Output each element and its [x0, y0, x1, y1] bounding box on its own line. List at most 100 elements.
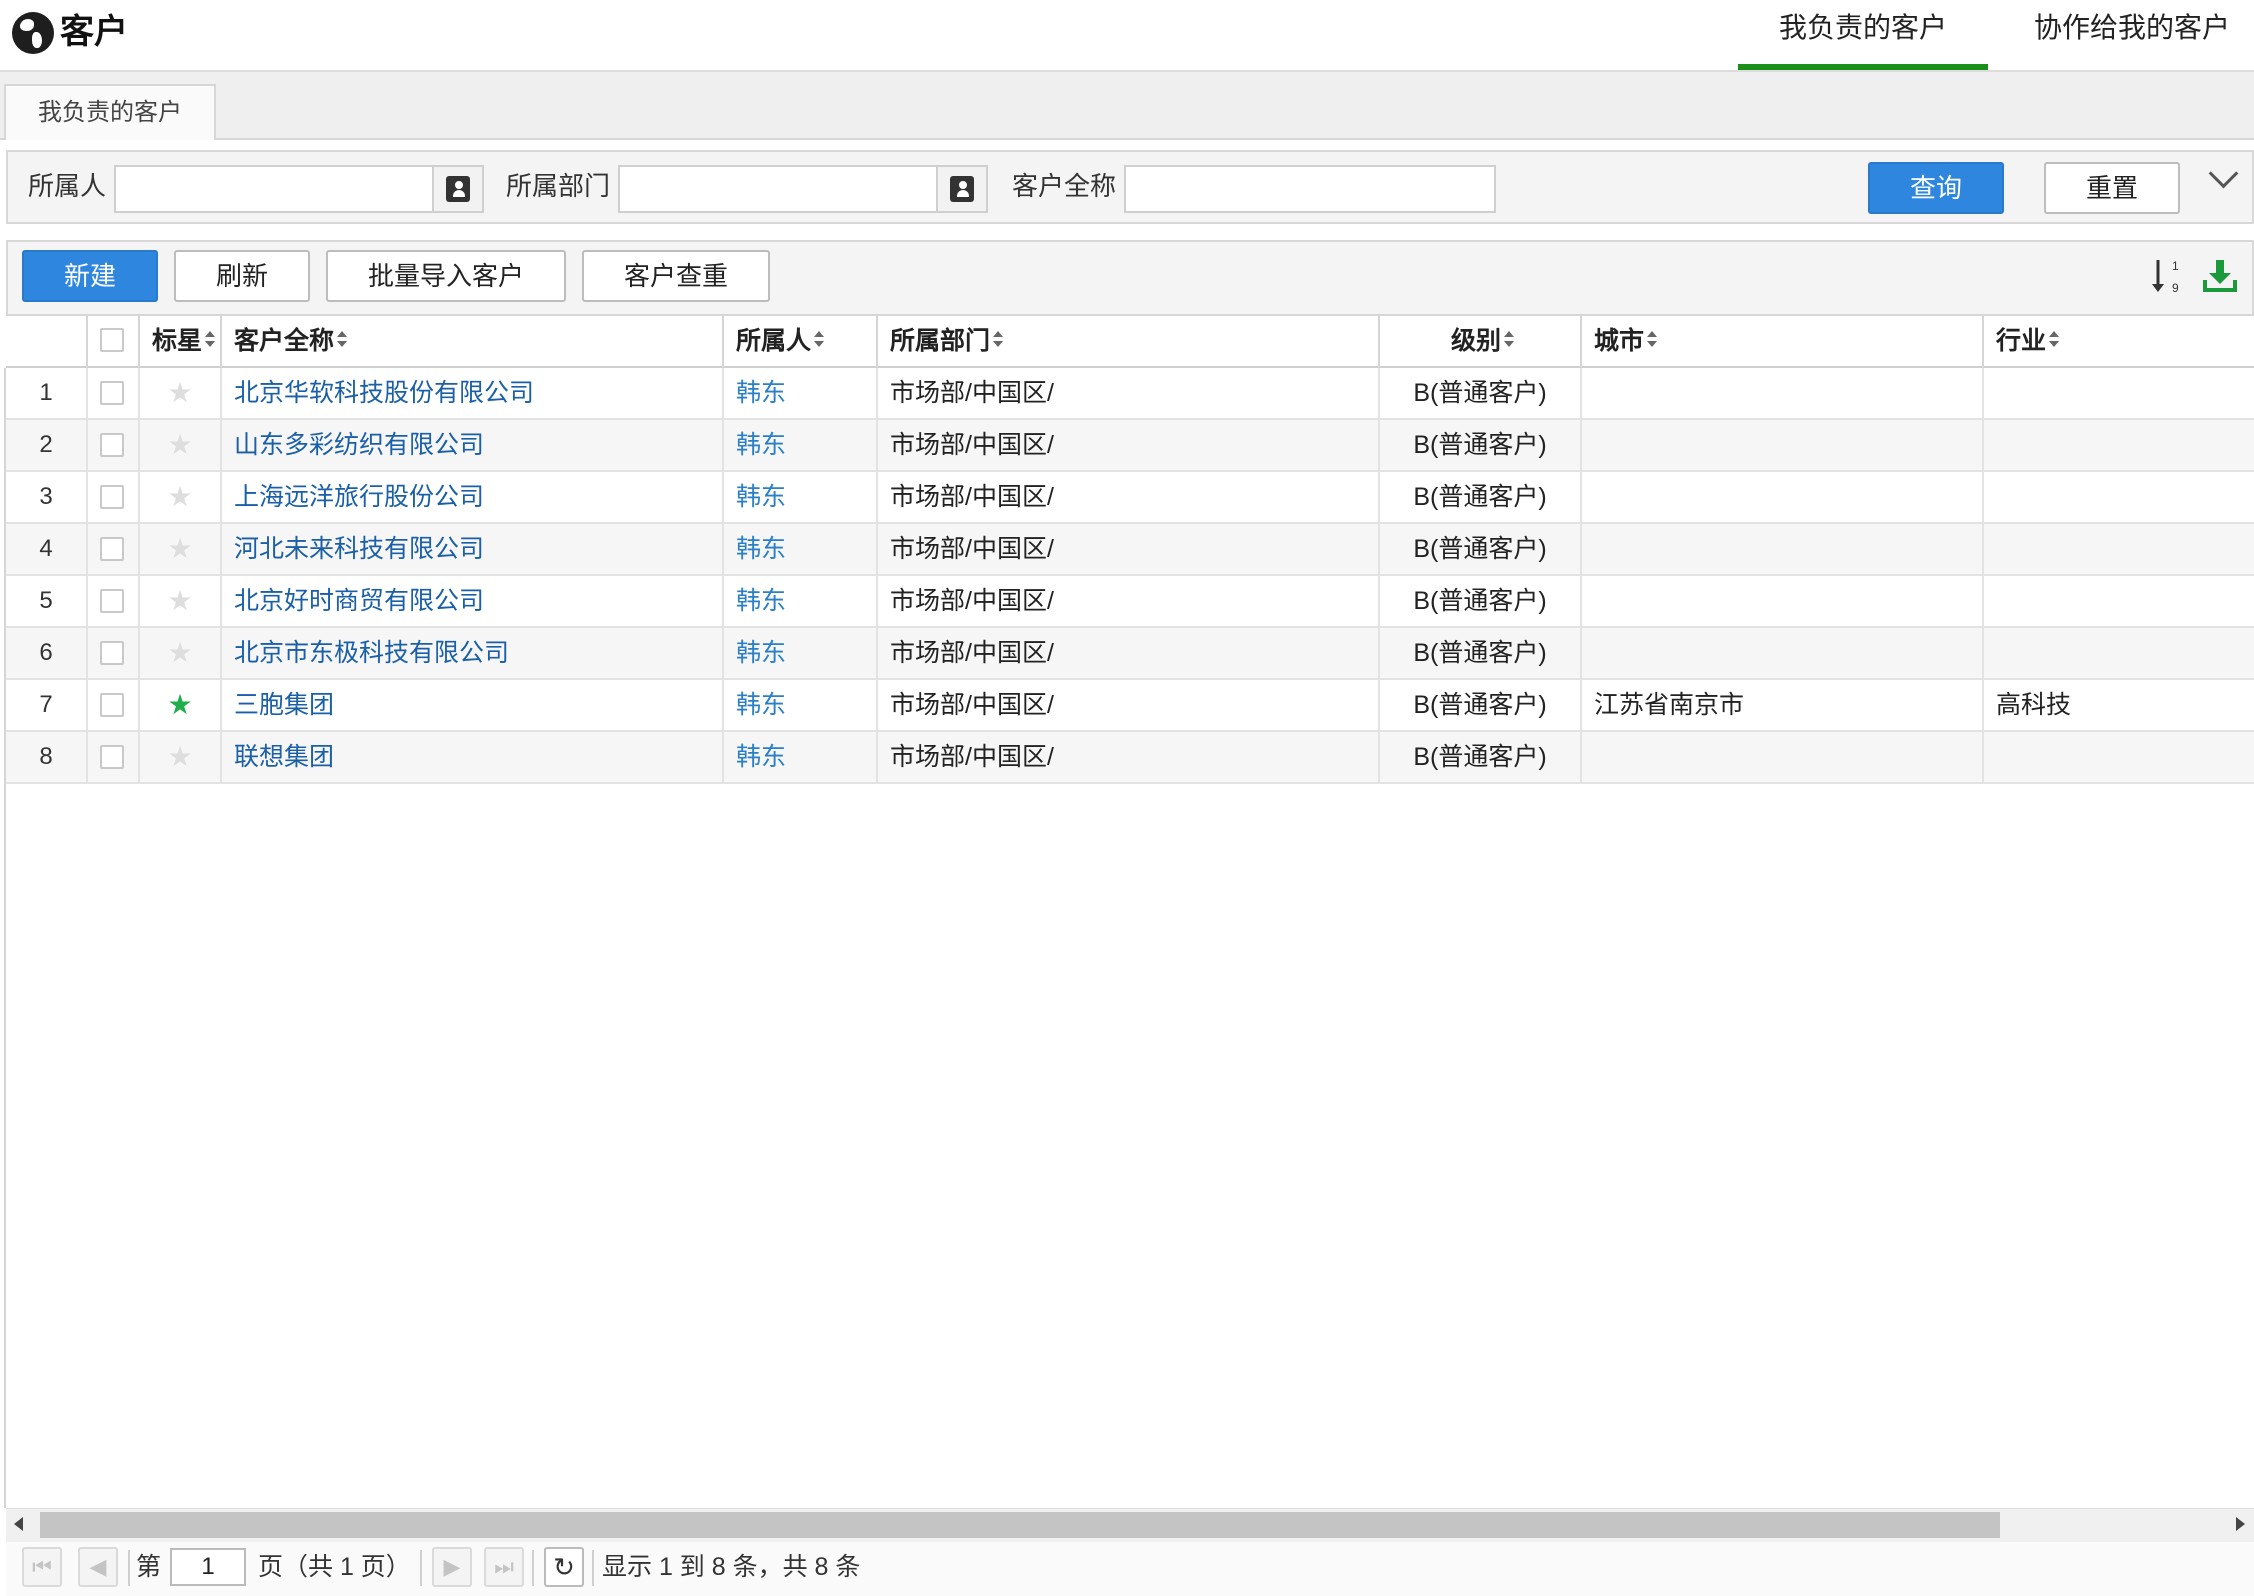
- refresh-button[interactable]: 刷新: [174, 250, 310, 302]
- level-cell: B(普通客户): [1380, 524, 1582, 576]
- industry-cell: [1984, 576, 2254, 628]
- row-number: 4: [6, 524, 88, 576]
- row-select: [88, 628, 140, 680]
- row-checkbox[interactable]: [100, 641, 124, 665]
- pager-separator: [420, 1550, 422, 1586]
- first-page-button[interactable]: ⏮: [22, 1547, 62, 1587]
- header-department[interactable]: 所属部门: [878, 314, 1380, 368]
- owner-link[interactable]: 韩东: [724, 732, 878, 784]
- row-select: [88, 472, 140, 524]
- row-select: [88, 680, 140, 732]
- batch-import-button[interactable]: 批量导入客户: [326, 250, 566, 302]
- scroll-left-icon[interactable]: [14, 1517, 23, 1531]
- query-button[interactable]: 查询: [1868, 162, 2004, 214]
- customer-name-input[interactable]: [1124, 165, 1496, 213]
- next-page-icon: ▶: [443, 1554, 461, 1579]
- row-checkbox[interactable]: [100, 433, 124, 457]
- tab-shared-customers[interactable]: 协作给我的客户: [2010, 0, 2254, 70]
- owner-link[interactable]: 韩东: [724, 576, 878, 628]
- star-icon[interactable]: ★: [140, 472, 222, 524]
- customer-name-link[interactable]: 联想集团: [222, 732, 724, 784]
- next-page-button[interactable]: ▶: [432, 1547, 472, 1587]
- customer-name-link[interactable]: 三胞集团: [222, 680, 724, 732]
- customer-name-link[interactable]: 上海远洋旅行股份公司: [222, 472, 724, 524]
- reload-button[interactable]: ↻: [544, 1547, 584, 1587]
- level-cell: B(普通客户): [1380, 472, 1582, 524]
- dept-picker-button[interactable]: [936, 165, 988, 213]
- reset-button[interactable]: 重置: [2044, 162, 2180, 214]
- dept-input[interactable]: [618, 165, 938, 213]
- pager-summary: 显示 1 到 8 条，共 8 条: [602, 1553, 861, 1581]
- customer-name-link[interactable]: 河北未来科技有限公司: [222, 524, 724, 576]
- city-cell: [1582, 576, 1984, 628]
- star-icon[interactable]: ★: [140, 732, 222, 784]
- pager-separator: [592, 1550, 594, 1586]
- owner-label: 所属人: [28, 171, 107, 201]
- star-icon[interactable]: ★: [140, 524, 222, 576]
- select-all-checkbox[interactable]: [100, 328, 124, 352]
- prev-page-button[interactable]: ◀: [78, 1547, 118, 1587]
- owner-link[interactable]: 韩东: [724, 680, 878, 732]
- row-number: 5: [6, 576, 88, 628]
- header-customer-name[interactable]: 客户全称: [222, 314, 724, 368]
- scroll-right-icon[interactable]: [2236, 1517, 2245, 1531]
- row-checkbox[interactable]: [100, 589, 124, 613]
- tab-my-customers[interactable]: 我负责的客户: [1738, 0, 1988, 70]
- pager-separator: [532, 1550, 534, 1586]
- subtab-my-customers[interactable]: 我负责的客户: [4, 84, 216, 140]
- row-checkbox[interactable]: [100, 537, 124, 561]
- download-icon[interactable]: [2202, 256, 2238, 296]
- customer-name-link[interactable]: 北京好时商贸有限公司: [222, 576, 724, 628]
- row-checkbox[interactable]: [100, 485, 124, 509]
- star-icon[interactable]: ★: [140, 368, 222, 420]
- last-page-button[interactable]: ⏭: [484, 1547, 524, 1587]
- star-icon[interactable]: ★: [140, 628, 222, 680]
- owner-link[interactable]: 韩东: [724, 368, 878, 420]
- level-cell: B(普通客户): [1380, 732, 1582, 784]
- scrollbar-thumb[interactable]: [40, 1512, 2000, 1538]
- owner-link[interactable]: 韩东: [724, 628, 878, 680]
- grid-left-border: [4, 368, 6, 1508]
- customer-name-link[interactable]: 北京市东极科技有限公司: [222, 628, 724, 680]
- star-icon[interactable]: ★: [140, 576, 222, 628]
- city-cell: [1582, 732, 1984, 784]
- level-cell: B(普通客户): [1380, 420, 1582, 472]
- name-label: 客户全称: [1012, 171, 1117, 201]
- city-cell: [1582, 472, 1984, 524]
- department-cell: 市场部/中国区/: [878, 420, 1380, 472]
- customer-name-link[interactable]: 山东多彩纺织有限公司: [222, 420, 724, 472]
- header-industry[interactable]: 行业: [1984, 314, 2254, 368]
- contact-book-icon: [446, 176, 470, 202]
- page-suffix: 页（共 1 页）: [258, 1553, 411, 1581]
- owner-link[interactable]: 韩东: [724, 472, 878, 524]
- owner-link[interactable]: 韩东: [724, 420, 878, 472]
- dedupe-button[interactable]: 客户查重: [582, 250, 770, 302]
- star-icon[interactable]: ★: [140, 680, 222, 732]
- owner-picker-button[interactable]: [432, 165, 484, 213]
- header-star[interactable]: 标星: [140, 314, 222, 368]
- last-page-icon: ⏭: [494, 1554, 514, 1579]
- header-city-label: 城市: [1594, 327, 1645, 355]
- row-number: 7: [6, 680, 88, 732]
- row-checkbox[interactable]: [100, 381, 124, 405]
- header-owner[interactable]: 所属人: [724, 314, 878, 368]
- row-checkbox[interactable]: [100, 745, 124, 769]
- owner-link[interactable]: 韩东: [724, 524, 878, 576]
- prev-page-icon: ◀: [89, 1554, 107, 1579]
- owner-input[interactable]: [114, 165, 434, 213]
- row-number: 1: [6, 368, 88, 420]
- industry-cell: [1984, 368, 2254, 420]
- header-level[interactable]: 级别: [1380, 314, 1582, 368]
- dept-label: 所属部门: [506, 171, 611, 201]
- customer-name-link[interactable]: 北京华软科技股份有限公司: [222, 368, 724, 420]
- header-owner-label: 所属人: [736, 327, 812, 355]
- page-number-input[interactable]: 1: [170, 1548, 246, 1586]
- level-cell: B(普通客户): [1380, 680, 1582, 732]
- city-cell: [1582, 420, 1984, 472]
- level-cell: B(普通客户): [1380, 576, 1582, 628]
- header-city[interactable]: 城市: [1582, 314, 1984, 368]
- star-icon[interactable]: ★: [140, 420, 222, 472]
- new-button[interactable]: 新建: [22, 250, 158, 302]
- row-checkbox[interactable]: [100, 693, 124, 717]
- sort-numeric-icon[interactable]: 1 9: [2150, 256, 2186, 296]
